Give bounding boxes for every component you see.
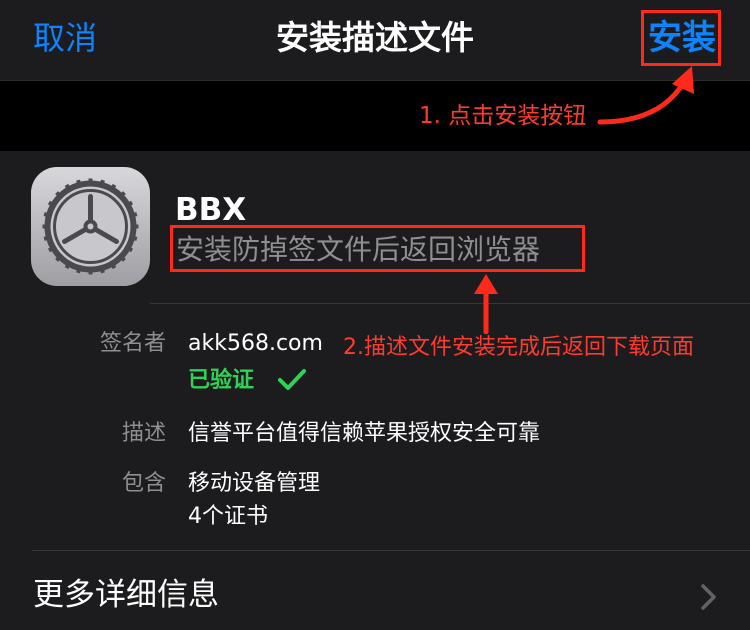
contains-value-1: 移动设备管理 [188, 471, 321, 496]
description-value: 信誉平台值得信赖苹果授权安全可靠 [188, 421, 541, 446]
signer-value: akk568.com [188, 331, 323, 356]
annotation-arrow-to-install [597, 66, 694, 125]
contains-label: 包含 [121, 471, 166, 496]
divider [150, 303, 750, 304]
install-highlight-box [641, 10, 721, 66]
annotation-arrow-to-subtitle [474, 274, 498, 334]
checkmark-icon [278, 369, 306, 390]
page-title: 安装描述文件 [276, 18, 474, 57]
profile-name: BBX [175, 192, 247, 228]
divider [32, 550, 750, 551]
annotation-step2: 2.描述文件安装完成后返回下载页面 [343, 335, 694, 360]
description-label: 描述 [121, 421, 166, 446]
annotation-step1: 1. 点击安装按钮 [419, 103, 587, 129]
subtitle-highlight-box [170, 225, 585, 272]
signer-label: 签名者 [99, 331, 166, 356]
contains-value-2: 4个证书 [188, 504, 268, 529]
settings-gear-icon [31, 167, 150, 286]
more-info-row[interactable]: 更多详细信息 [33, 573, 219, 617]
chevron-right-icon [701, 584, 716, 610]
verified-status: 已验证 [188, 368, 255, 393]
